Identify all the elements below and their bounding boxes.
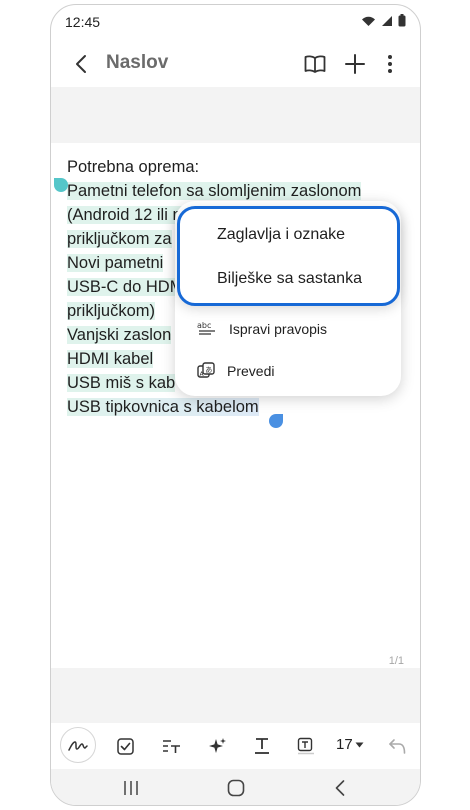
menu-item-label: Prevedi <box>227 363 275 379</box>
text-underline-icon <box>255 738 269 754</box>
note-line-text: Vanjski zaslon <box>67 326 172 344</box>
book-icon <box>304 55 326 73</box>
status-bar: 12:45 <box>51 5 420 39</box>
svg-text:あ: あ <box>205 366 212 374</box>
reading-mode-button[interactable] <box>302 51 328 77</box>
submenu-item-meeting-notes[interactable]: Bilješke sa sastanka <box>217 270 362 288</box>
status-icons <box>361 14 406 27</box>
back-icon <box>76 55 86 73</box>
checkbox-button[interactable] <box>110 731 140 761</box>
add-button[interactable] <box>342 51 368 77</box>
page-indicator: 1/1 <box>388 655 404 667</box>
note-line-text: (Android 12 ili n <box>67 206 182 224</box>
battery-icon <box>398 14 406 27</box>
footer-band <box>51 668 420 723</box>
note-line-text: USB miš s kab <box>67 374 176 392</box>
note-line-text: priključkom) <box>67 302 156 320</box>
phone-frame: 12:45 Naslov Potrebna oprema: Pametni te… <box>50 4 421 806</box>
text-box-button[interactable] <box>291 731 321 761</box>
back-button[interactable] <box>69 51 93 77</box>
signal-icon <box>381 15 393 27</box>
menu-item-label: Ispravi pravopis <box>229 321 328 337</box>
note-line-text: USB-C do HDM <box>67 278 184 296</box>
plus-icon <box>345 54 365 74</box>
pen-mode-button[interactable] <box>60 727 96 763</box>
note-line: Potrebna oprema: <box>67 155 407 179</box>
note-line: USB tipkovnica s kabelom <box>67 395 407 419</box>
note-line-text: USB tipkovnica s kabelom <box>67 398 259 416</box>
back-nav-button[interactable] <box>328 777 352 799</box>
home-icon <box>227 779 245 797</box>
note-title[interactable]: Naslov <box>106 52 168 74</box>
spellcheck-icon: abc <box>197 321 215 335</box>
more-options-button[interactable] <box>377 51 403 77</box>
status-time: 12:45 <box>65 14 101 30</box>
wifi-icon <box>361 15 376 27</box>
note-line-text: Novi pametni <box>67 254 164 272</box>
note-line-text: priključkom za <box>67 230 172 248</box>
system-navigation-bar <box>51 769 420 805</box>
checkbox-icon <box>116 737 134 755</box>
undo-icon <box>389 739 406 754</box>
menu-item-translate[interactable]: あ A Prevedi <box>197 354 274 388</box>
selection-end-handle[interactable] <box>269 414 283 428</box>
note-line-text: HDMI kabel <box>67 350 154 368</box>
text-box-icon <box>297 737 314 755</box>
back-nav-icon <box>335 780 345 796</box>
recents-icon <box>124 781 138 795</box>
selection-start-handle[interactable] <box>54 178 68 192</box>
paragraph-style-button[interactable] <box>157 731 187 761</box>
submenu-item-headings[interactable]: Zaglavlja i oznake <box>217 226 345 244</box>
note-line: Pametni telefon sa slomljenim zaslonom <box>67 179 407 203</box>
translate-icon: あ A <box>197 362 215 378</box>
home-button[interactable] <box>224 777 248 799</box>
font-size-selector[interactable]: 17 <box>336 736 364 753</box>
editing-toolbar: 17 <box>51 723 420 769</box>
ai-format-submenu: Zaglavlja i oznake Bilješke sa sastanka <box>177 206 400 306</box>
text-style-button[interactable] <box>247 731 277 761</box>
header-band <box>51 87 420 143</box>
paragraph-style-icon <box>163 740 180 753</box>
caret-down-icon <box>355 742 364 747</box>
ai-assist-button[interactable] <box>202 731 232 761</box>
ai-sparkle-icon <box>208 737 226 753</box>
font-size-value: 17 <box>336 736 353 753</box>
pen-icon <box>68 741 88 751</box>
note-line-text: Potrebna oprema: <box>67 158 200 176</box>
app-bar: Naslov <box>51 39 420 89</box>
undo-button[interactable] <box>382 731 412 761</box>
note-line-text: Pametni telefon sa slomljenim zaslonom <box>67 182 362 200</box>
menu-item-spellcheck[interactable]: abc Ispravi pravopis <box>197 312 327 346</box>
recents-button[interactable] <box>119 777 143 799</box>
svg-text:abc: abc <box>197 321 211 330</box>
more-vert-icon <box>388 55 392 73</box>
